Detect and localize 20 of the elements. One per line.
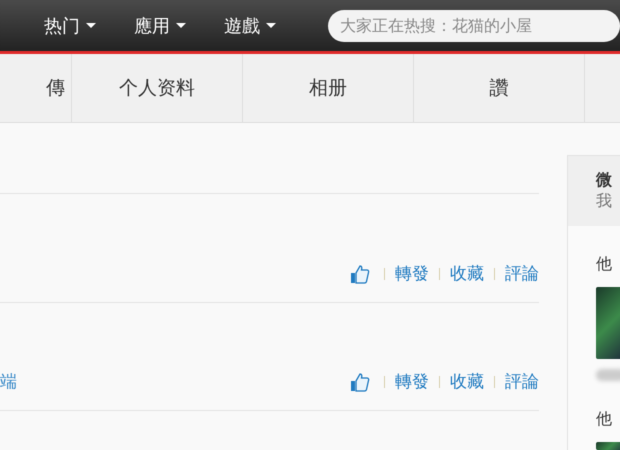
thumbs-up-icon[interactable] [350, 264, 370, 284]
photo-placeholder[interactable] [596, 287, 620, 359]
thumbs-up-icon[interactable] [350, 372, 370, 392]
photo-placeholder[interactable] [596, 442, 620, 450]
action-link[interactable]: 轉發 [395, 262, 429, 285]
post-source: 端 [0, 371, 18, 393]
nav-menu[interactable]: 热门 [44, 14, 96, 38]
nav-menu[interactable]: 應用 [134, 14, 186, 38]
card-subtitle: 我 [596, 191, 613, 212]
action-link[interactable]: 評論 [505, 262, 539, 285]
action-link[interactable]: 轉發 [395, 370, 429, 393]
nav-menu[interactable]: 遊戲 [224, 14, 276, 38]
action-link[interactable]: 收藏 [450, 370, 484, 393]
card-title: 微 [596, 170, 613, 191]
search-field[interactable]: 大家正在热搜：花猫的小屋 [328, 10, 620, 42]
section-heading: 他 [596, 254, 613, 275]
blurred-caption [596, 369, 620, 381]
action-link[interactable]: 評論 [505, 370, 539, 393]
action-link[interactable]: 收藏 [450, 262, 484, 285]
section-heading: 他 [596, 409, 613, 430]
